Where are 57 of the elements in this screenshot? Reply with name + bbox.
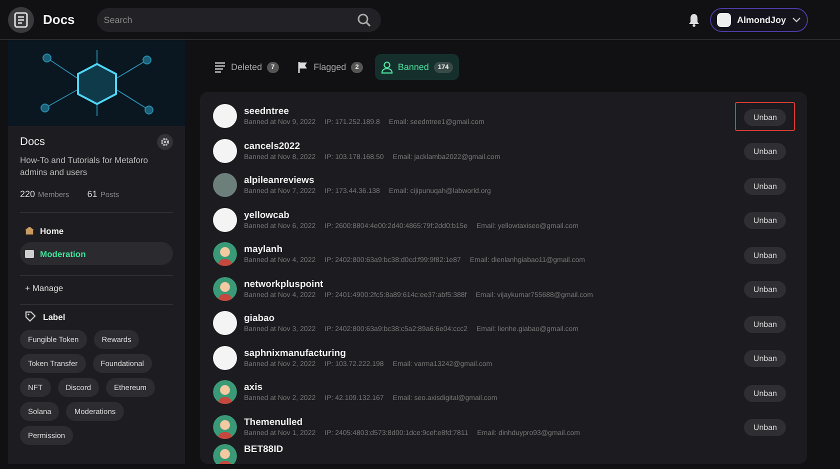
logo-avatar xyxy=(213,104,237,128)
username: maylanh xyxy=(244,244,284,256)
nav-item[interactable]: Home xyxy=(20,219,173,242)
settings-icon xyxy=(160,137,170,147)
stat-value: 220 xyxy=(20,189,36,199)
logo-avatar xyxy=(213,138,237,163)
logo-button[interactable] xyxy=(8,6,34,32)
unban-button[interactable]: Unban xyxy=(744,246,786,264)
unban-button[interactable]: Unban xyxy=(744,384,786,402)
unban-button[interactable]: Unban xyxy=(744,143,786,160)
unban-button[interactable]: Unban xyxy=(744,316,786,333)
community-title: Docs xyxy=(20,136,46,148)
user-avatar xyxy=(716,12,731,26)
username: alpileanreviews xyxy=(244,175,316,186)
person-avatar xyxy=(213,276,237,301)
tag-icon xyxy=(25,311,36,322)
unban-button[interactable]: Unban xyxy=(744,178,786,195)
list-icon xyxy=(214,60,226,74)
house-icon xyxy=(25,226,34,234)
person-avatar xyxy=(213,242,237,266)
book-icon xyxy=(25,250,34,258)
unban-button[interactable]: Unban xyxy=(744,108,786,126)
unban-button[interactable]: Unban xyxy=(744,419,786,436)
logo-avatar xyxy=(213,311,237,336)
chevron-down-icon xyxy=(792,16,801,22)
search-field[interactable]: Search xyxy=(96,8,381,32)
stat-value: 61 xyxy=(87,189,98,199)
bell-icon xyxy=(688,12,700,26)
person-avatar xyxy=(213,380,237,404)
settings-button[interactable] xyxy=(157,134,173,150)
unban-button[interactable]: Unban xyxy=(744,350,786,368)
nav-item[interactable]: Moderation xyxy=(20,242,173,265)
manage-link[interactable]: + Manage xyxy=(20,282,173,294)
person-avatar xyxy=(213,444,237,464)
site-title: Docs xyxy=(43,12,75,27)
username: seedntree xyxy=(244,106,290,118)
username: Themenulled xyxy=(244,416,304,428)
username: BET88ID xyxy=(244,444,284,455)
unban-button[interactable]: Unban xyxy=(744,281,786,298)
label-heading: Label xyxy=(43,312,66,322)
unban-button[interactable]: Unban xyxy=(744,212,786,230)
community-description: How-To and Tutorials for Metaforo admins and users xyxy=(20,154,150,178)
document-icon xyxy=(14,12,28,28)
user-menu-button[interactable]: AlmondJoy xyxy=(710,8,808,32)
search-icon xyxy=(356,12,371,26)
username: yellowcab xyxy=(244,210,290,221)
username: networkpluspoint xyxy=(244,278,324,290)
logo-avatar xyxy=(213,346,237,370)
photo-placeholder xyxy=(213,173,237,198)
person-avatar xyxy=(213,414,237,439)
user-icon xyxy=(380,60,393,74)
username: axis xyxy=(244,382,264,394)
username: giabao xyxy=(244,313,276,324)
logo-avatar xyxy=(213,208,237,232)
username: saphnixmanufacturing xyxy=(244,348,347,359)
username: cancels2022 xyxy=(244,140,301,152)
flag-icon xyxy=(296,60,309,74)
